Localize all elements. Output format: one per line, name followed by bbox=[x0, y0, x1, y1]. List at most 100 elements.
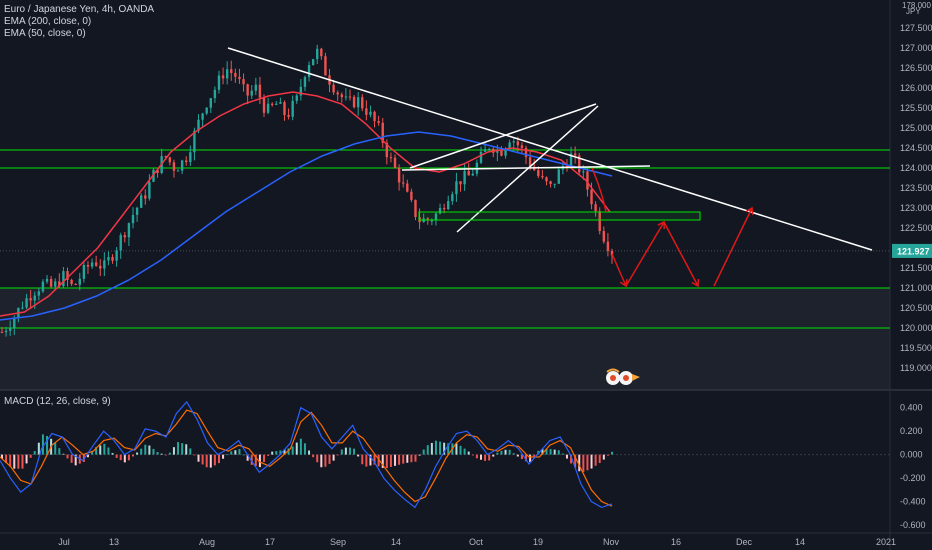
candle-body bbox=[115, 250, 118, 261]
candle-body bbox=[205, 107, 208, 114]
candle-body bbox=[451, 194, 454, 202]
time-tick-label: Dec bbox=[736, 537, 753, 547]
price-tick-label: 123.500 bbox=[900, 183, 932, 193]
macd-histogram-bar bbox=[295, 442, 298, 455]
macd-histogram-bar bbox=[582, 454, 585, 472]
candle-body bbox=[303, 77, 307, 87]
candle-body bbox=[234, 72, 237, 77]
candle-body bbox=[209, 98, 212, 108]
macd-histogram-bar bbox=[70, 454, 73, 463]
macd-histogram-bar bbox=[144, 444, 147, 455]
macd-histogram-bar bbox=[136, 452, 139, 455]
price-tick-label: 121.500 bbox=[900, 263, 932, 273]
candle-body bbox=[148, 181, 151, 199]
macd-histogram-bar bbox=[111, 453, 114, 455]
macd-histogram-bar bbox=[54, 442, 57, 455]
time-tick-label: Aug bbox=[199, 537, 215, 547]
price-tick-label: 121.000 bbox=[900, 283, 932, 293]
candle-body bbox=[348, 96, 352, 98]
macd-tick-label: 0.400 bbox=[900, 403, 923, 413]
candle-body bbox=[127, 223, 131, 238]
candle-body bbox=[545, 177, 548, 182]
macd-histogram-bar bbox=[41, 434, 44, 455]
candle-body bbox=[213, 89, 217, 99]
candle-body bbox=[78, 278, 81, 285]
candle-body bbox=[541, 176, 544, 178]
cockatoo-logo-icon bbox=[606, 368, 640, 385]
candle-body bbox=[402, 182, 405, 184]
candle-body bbox=[483, 149, 487, 152]
candle-body bbox=[479, 151, 483, 163]
macd-histogram-bar bbox=[13, 454, 16, 469]
macd-histogram-bar bbox=[164, 454, 167, 456]
candle-body bbox=[131, 214, 135, 224]
candle-body bbox=[557, 169, 560, 184]
macd-histogram-bar bbox=[463, 448, 466, 455]
price-tick-label: 123.000 bbox=[900, 203, 932, 213]
macd-histogram-bar bbox=[291, 446, 294, 455]
macd-histogram-bar bbox=[516, 454, 519, 457]
price-tick-label: 120.500 bbox=[900, 303, 932, 313]
candle-body bbox=[320, 48, 323, 57]
candle-body bbox=[99, 265, 102, 269]
candle-body bbox=[406, 183, 409, 192]
macd-tick-label: -0.400 bbox=[900, 497, 926, 507]
macd-histogram-bar bbox=[140, 448, 143, 455]
legend-macd[interactable]: MACD (12, 26, close, 9) bbox=[4, 396, 111, 408]
macd-histogram-bar bbox=[361, 454, 364, 465]
demand-zone-box[interactable] bbox=[418, 211, 701, 221]
macd-histogram-bar bbox=[594, 454, 597, 466]
macd-histogram-bar bbox=[303, 443, 306, 455]
candle-body bbox=[25, 298, 28, 308]
candle-body bbox=[291, 100, 294, 117]
candle-body bbox=[33, 295, 36, 301]
macd-histogram-bar bbox=[512, 453, 515, 455]
macd-histogram-bar bbox=[353, 448, 356, 455]
macd-histogram-bar bbox=[426, 445, 429, 455]
candle-body bbox=[442, 208, 446, 210]
candle-body bbox=[332, 84, 335, 93]
macd-histogram-bar bbox=[234, 450, 237, 455]
macd-histogram-bar bbox=[62, 453, 65, 455]
candle-body bbox=[324, 56, 327, 76]
legend-symbol[interactable]: Euro / Japanese Yen, 4h, OANDA bbox=[4, 4, 154, 16]
candle-body bbox=[29, 298, 32, 301]
macd-histogram-bar bbox=[385, 454, 388, 469]
macd-histogram-bar bbox=[357, 454, 360, 457]
legend-ema50[interactable]: EMA (50, close, 0) bbox=[4, 28, 154, 40]
macd-histogram-bar bbox=[238, 449, 241, 455]
macd-histogram-bar bbox=[29, 454, 32, 458]
macd-histogram-bar bbox=[533, 454, 536, 457]
time-tick-label: Nov bbox=[603, 537, 620, 547]
macd-histogram-bar bbox=[99, 445, 102, 455]
macd-histogram-bar bbox=[205, 454, 208, 468]
chart-canvas[interactable]: 178.000JPY127.500127.000126.500126.00012… bbox=[0, 0, 932, 550]
macd-histogram-bar bbox=[193, 454, 196, 456]
candle-body bbox=[373, 111, 376, 122]
price-legend: Euro / Japanese Yen, 4h, OANDA EMA (200,… bbox=[4, 4, 154, 40]
candle-body bbox=[250, 90, 253, 96]
macd-histogram-bar bbox=[148, 445, 151, 455]
candle-body bbox=[8, 328, 12, 331]
legend-ema200[interactable]: EMA (200, close, 0) bbox=[4, 16, 154, 28]
price-tick-label: 120.000 bbox=[900, 323, 932, 333]
macd-histogram-bar bbox=[471, 454, 474, 456]
candle-body bbox=[176, 170, 180, 172]
macd-histogram-bar bbox=[332, 454, 335, 461]
candle-body bbox=[606, 241, 610, 251]
time-tick-label: Jul bbox=[58, 537, 70, 547]
macd-histogram-bar bbox=[107, 447, 110, 455]
macd-histogram-bar bbox=[177, 442, 180, 455]
candle-body bbox=[254, 84, 258, 91]
candle-body bbox=[172, 162, 176, 171]
candle-body bbox=[594, 204, 597, 212]
macd-histogram-bar bbox=[394, 454, 397, 466]
macd-histogram-bar bbox=[557, 450, 560, 455]
macd-histogram-bar bbox=[365, 454, 368, 467]
time-tick-label: Oct bbox=[469, 537, 484, 547]
candle-body bbox=[103, 260, 106, 269]
candle-body bbox=[180, 160, 184, 171]
macd-histogram-bar bbox=[115, 454, 118, 458]
macd-histogram-bar bbox=[488, 454, 491, 461]
time-tick-label: 16 bbox=[671, 537, 681, 547]
